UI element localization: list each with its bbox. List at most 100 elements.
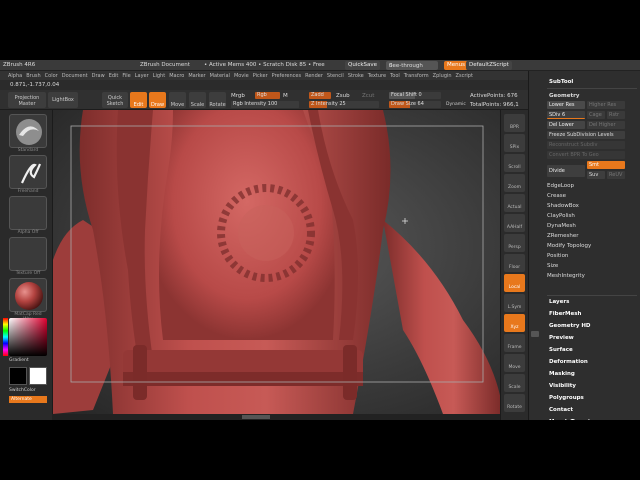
sdiv-slider[interactable]: SDiv 6: [547, 111, 585, 119]
projection-master-button[interactable]: Projection Master: [8, 92, 46, 108]
standard-brush-slot[interactable]: [9, 114, 47, 148]
menu-picker[interactable]: Picker: [253, 71, 272, 80]
menu-zplugin[interactable]: Zplugin: [433, 71, 456, 80]
subpalette-dynamesh[interactable]: DynaMesh: [547, 223, 576, 229]
menu-stroke[interactable]: Stroke: [348, 71, 368, 80]
shelf-xyz-button[interactable]: Xyz: [504, 314, 525, 332]
section-morph-target[interactable]: Morph Target: [549, 419, 591, 420]
menu-render[interactable]: Render: [305, 71, 327, 80]
shelf-aahalf-button[interactable]: AAHalf: [504, 214, 525, 232]
reconstruct-subdiv-button[interactable]: Reconstruct Subdiv: [547, 141, 625, 149]
shelf-local-button[interactable]: Local: [504, 274, 525, 292]
shelf-frame-button[interactable]: Frame: [504, 334, 525, 352]
suv-toggle[interactable]: Suv: [587, 171, 605, 179]
menu-tool[interactable]: Tool: [390, 71, 404, 80]
tray-collapse-handle[interactable]: [531, 331, 539, 337]
dynamic-button[interactable]: Dynamic: [446, 102, 466, 107]
zadd-button[interactable]: Zadd: [309, 92, 331, 99]
shelf-move-button[interactable]: Move: [504, 354, 525, 372]
move-button[interactable]: Move: [169, 92, 186, 108]
alternate-button[interactable]: Alternate: [9, 396, 47, 403]
menu-preferences[interactable]: Preferences: [272, 71, 305, 80]
shelf-actual-button[interactable]: Actual: [504, 194, 525, 212]
rotate-button[interactable]: Rotate: [209, 92, 226, 108]
menu-layer[interactable]: Layer: [135, 71, 153, 80]
convert-bpr-button[interactable]: Convert BPR To Geo: [547, 151, 625, 159]
subtool-header[interactable]: SubTool: [549, 79, 573, 85]
section-visibility[interactable]: Visibility: [549, 383, 576, 389]
quick-sketch-button[interactable]: Quick Sketch: [102, 92, 128, 108]
menu-edit[interactable]: Edit: [109, 71, 123, 80]
focal-shift-slider[interactable]: Focal Shift 0: [389, 92, 441, 99]
secondary-color-swatch[interactable]: [29, 367, 47, 385]
zsub-button[interactable]: Zsub: [336, 93, 350, 99]
section-deformation[interactable]: Deformation: [549, 359, 588, 365]
subpalette-position[interactable]: Position: [547, 253, 568, 259]
menu-light[interactable]: Light: [153, 71, 169, 80]
shelf-lsym-button[interactable]: L.Sym: [504, 294, 525, 312]
rgb-intensity-slider[interactable]: Rgb Intensity 100: [231, 101, 299, 108]
shelf-bpr-button[interactable]: BPR: [504, 114, 525, 132]
subpalette-claypolish[interactable]: ClayPolish: [547, 213, 575, 219]
texture-slot[interactable]: [9, 237, 47, 271]
section-layers[interactable]: Layers: [549, 299, 569, 305]
alpha-slot[interactable]: [9, 196, 47, 230]
subpalette-edgeloop[interactable]: EdgeLoop: [547, 183, 574, 189]
menu-file[interactable]: File: [122, 71, 134, 80]
section-polygroups[interactable]: Polygroups: [549, 395, 584, 401]
shelf-rotate-button[interactable]: Rotate: [504, 394, 525, 412]
draw-size-slider[interactable]: Draw Size 64: [389, 101, 441, 108]
switchcolor-button[interactable]: SwitchColor: [9, 388, 47, 393]
subpalette-crease[interactable]: Crease: [547, 193, 566, 199]
menu-color[interactable]: Color: [45, 71, 62, 80]
section-fibermesh[interactable]: FiberMesh: [549, 311, 581, 317]
subpalette-zremesher[interactable]: ZRemesher: [547, 233, 578, 239]
color-picker[interactable]: [3, 318, 47, 356]
shelf-persp-button[interactable]: Persp: [504, 234, 525, 252]
shelf-scroll-button[interactable]: Scroll: [504, 154, 525, 172]
lightbox-button[interactable]: LightBox: [48, 92, 78, 108]
section-surface[interactable]: Surface: [549, 347, 573, 353]
see-through-slider[interactable]: See-through 0: [386, 61, 438, 70]
mrgb-button[interactable]: Mrgb: [231, 93, 245, 99]
zcut-button[interactable]: Zcut: [362, 93, 374, 99]
menu-alpha[interactable]: Alpha: [8, 71, 26, 80]
subpalette-size[interactable]: Size: [547, 263, 558, 269]
reuv-button[interactable]: ReUV: [607, 171, 625, 179]
quicksave-button[interactable]: QuickSave: [345, 61, 381, 70]
shelf-zoom-button[interactable]: Zoom: [504, 174, 525, 192]
menu-marker[interactable]: Marker: [188, 71, 209, 80]
bottom-handle[interactable]: [242, 415, 270, 419]
section-geometry-hd[interactable]: Geometry HD: [549, 323, 591, 329]
menu-transform[interactable]: Transform: [404, 71, 433, 80]
shelf-scale-button[interactable]: Scale: [504, 374, 525, 392]
divide-button[interactable]: Divide: [547, 165, 585, 177]
del-higher-button[interactable]: Del Higher: [587, 121, 625, 129]
menu-texture[interactable]: Texture: [368, 71, 390, 80]
scale-button[interactable]: Scale: [189, 92, 206, 108]
menu-material[interactable]: Material: [210, 71, 234, 80]
shelf-spix-button[interactable]: SPix: [504, 134, 525, 152]
smt-toggle[interactable]: Smt: [587, 161, 625, 169]
section-contact[interactable]: Contact: [549, 407, 573, 413]
main-color-swatch[interactable]: [9, 367, 27, 385]
m-button[interactable]: M: [283, 93, 288, 99]
menu-draw[interactable]: Draw: [92, 71, 109, 80]
shelf-floor-button[interactable]: Floor: [504, 254, 525, 272]
menu-zscript[interactable]: Zscript: [456, 71, 477, 80]
hue-strip[interactable]: [3, 318, 8, 356]
menu-stencil[interactable]: Stencil: [327, 71, 348, 80]
z-intensity-slider[interactable]: Z Intensity 25: [309, 101, 379, 108]
default-zscript-button[interactable]: DefaultZScript: [466, 61, 512, 70]
geometry-header[interactable]: Geometry: [549, 93, 579, 99]
subpalette-shadowbox[interactable]: ShadowBox: [547, 203, 579, 209]
menu-document[interactable]: Document: [62, 71, 92, 80]
material-slot[interactable]: [9, 278, 47, 312]
freehand-stroke-slot[interactable]: [9, 155, 47, 189]
rgb-button[interactable]: Rgb: [255, 92, 280, 99]
lower-res-button[interactable]: Lower Res: [547, 101, 585, 109]
subpalette-modify-topology[interactable]: Modify Topology: [547, 243, 591, 249]
del-lower-button[interactable]: Del Lower: [547, 121, 585, 129]
edit-button[interactable]: Edit: [130, 92, 147, 108]
canvas-viewport[interactable]: [52, 110, 500, 414]
